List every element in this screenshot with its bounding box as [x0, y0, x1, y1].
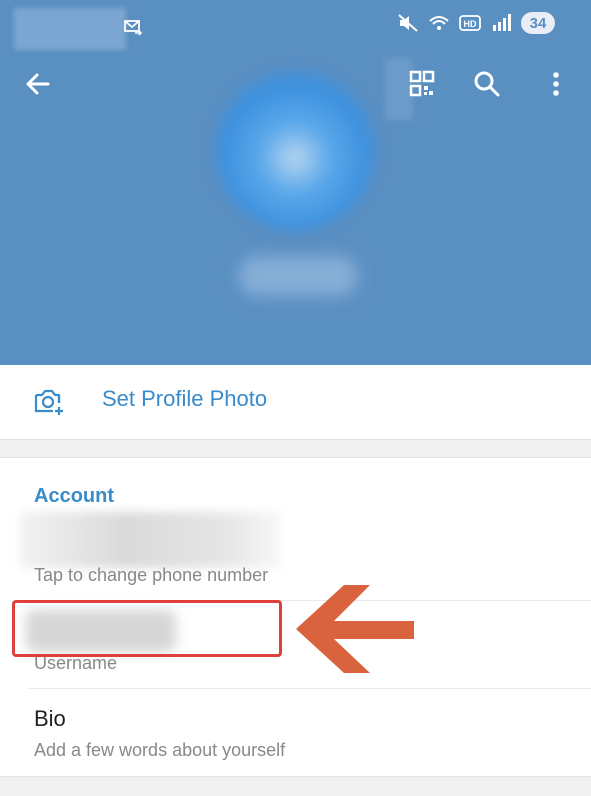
status-bar-time-blurred [14, 8, 126, 50]
back-arrow-icon [26, 73, 50, 95]
search-icon [474, 71, 500, 97]
set-profile-photo-row[interactable]: Set Profile Photo [0, 365, 591, 440]
account-title: Account [34, 485, 114, 507]
signal-icon [493, 14, 511, 31]
pointer-arrow-icon [296, 585, 414, 673]
svg-text:HD: HD [464, 19, 477, 29]
more-options-button[interactable] [536, 64, 576, 104]
avatar[interactable] [215, 70, 375, 230]
camera-add-icon [34, 389, 63, 415]
wifi-icon [429, 16, 449, 30]
hd-icon: HD [459, 15, 481, 31]
battery-indicator: 34 [521, 12, 555, 34]
mute-icon [398, 14, 418, 32]
profile-header: HD 34 [0, 0, 591, 365]
phone-hint: Tap to change phone number [34, 565, 269, 585]
message-icon [124, 20, 142, 36]
profile-name-blurred [238, 256, 358, 296]
username-highlight-box [12, 600, 282, 657]
more-vertical-icon [553, 72, 559, 96]
set-profile-photo-label: Set Profile Photo [102, 386, 268, 411]
qr-code-button[interactable] [402, 64, 442, 104]
status-bar-right: HD 34 [397, 12, 555, 34]
bio-hint: Add a few words about yourself [34, 740, 286, 760]
divider [28, 688, 591, 689]
back-button[interactable] [18, 64, 58, 104]
phone-number-blurred [20, 512, 280, 568]
search-button[interactable] [467, 64, 507, 104]
qr-code-icon [409, 70, 435, 97]
bio-label: Bio [34, 706, 66, 731]
